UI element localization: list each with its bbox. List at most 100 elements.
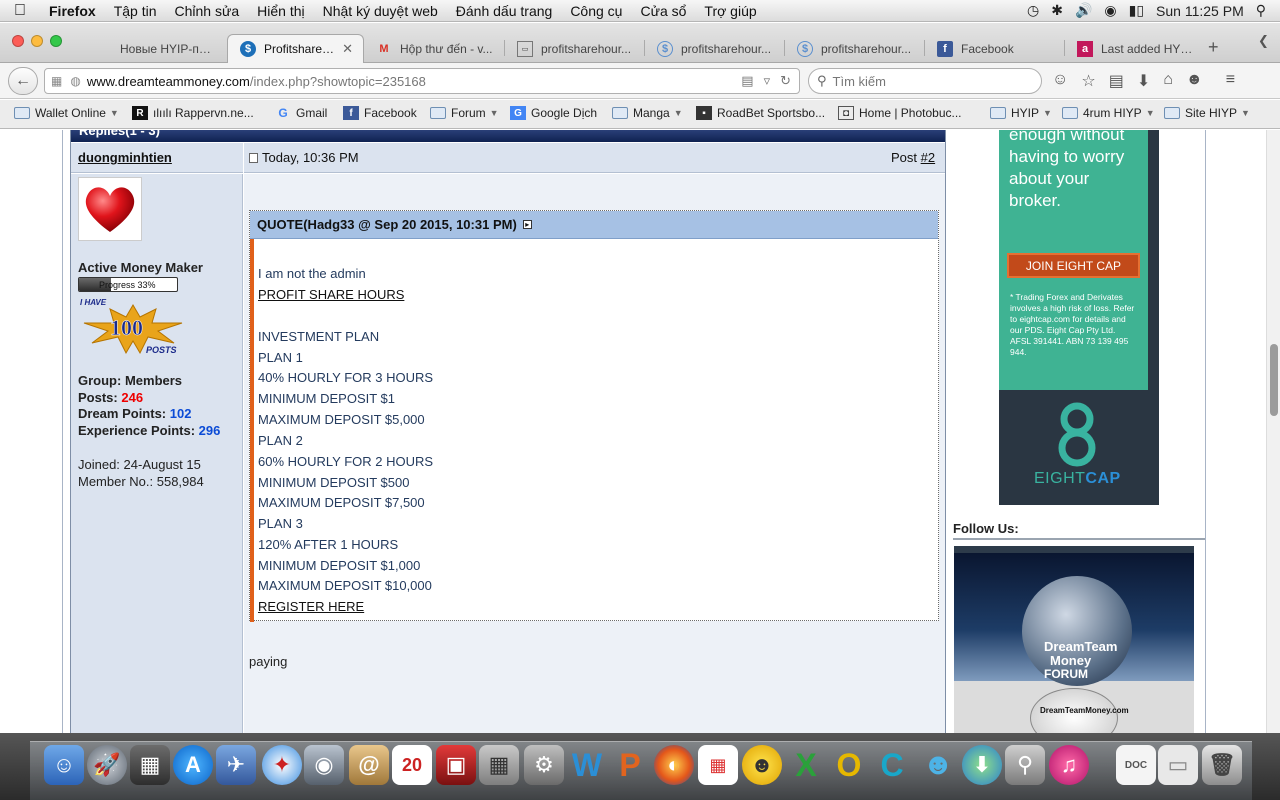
battery-icon[interactable]: ▮▯ — [1129, 2, 1144, 19]
grid-icon[interactable]: ▦ — [51, 74, 62, 88]
satellite-icon[interactable]: ⚲ — [1005, 745, 1045, 785]
bookmark-wallet-online[interactable]: Wallet Online ▼ — [14, 106, 119, 120]
spotlight-icon[interactable]: ⚲ — [1256, 2, 1266, 19]
tab-profitshare-2[interactable]: ▭ profitsharehour... — [505, 34, 645, 63]
close-window-button[interactable] — [12, 35, 24, 47]
tab-profitshare-active[interactable]: $ Profitshareh... ✕ — [227, 34, 364, 63]
bookmark-photobucket[interactable]: ◘ Home | Photobuc... — [838, 106, 962, 120]
page-scrollbar[interactable] — [1266, 130, 1280, 733]
quote-link-icon[interactable]: ▸ — [522, 220, 532, 229]
bookmark-star-icon[interactable]: ☆ — [1081, 71, 1095, 91]
tab-scroll-icon[interactable]: ❮ — [1258, 33, 1269, 49]
contacts-icon[interactable]: @ — [349, 745, 389, 785]
register-here-link[interactable]: REGISTER HERE — [258, 599, 364, 614]
finder-icon[interactable]: ☺ — [44, 745, 84, 785]
menu-bookmarks[interactable]: Đánh dấu trang — [447, 3, 562, 19]
tab-facebook[interactable]: f Facebook — [925, 34, 1065, 63]
progress-bar: Progress 33% — [78, 277, 178, 292]
profit-share-hours-link[interactable]: PROFIT SHARE HOURS — [258, 287, 404, 302]
system-preferences-icon[interactable]: ⚙ — [524, 745, 564, 785]
bookmark-rappervn[interactable]: R ılıılı Rappervn.ne... — [132, 106, 254, 120]
post-number-link[interactable]: #2 — [921, 150, 935, 165]
document-icon[interactable]: DOC — [1116, 745, 1156, 785]
bookmark-hyip[interactable]: HYIP ▼ — [990, 106, 1052, 120]
eightcap-logo-text: EIGHTCAP — [1034, 470, 1121, 488]
messages-users-icon[interactable]: ☻ — [918, 745, 958, 785]
back-button[interactable]: ← — [8, 67, 38, 95]
calendar-icon[interactable]: 20 — [392, 745, 432, 785]
minimize-window-button[interactable] — [31, 35, 43, 47]
itunes-icon[interactable]: ♫ — [1049, 745, 1089, 785]
facetime-icon[interactable]: ◉ — [304, 745, 344, 785]
tab-profitshare-3[interactable]: $ profitsharehour... — [645, 34, 785, 63]
tab-gmail[interactable]: M Hộp thư đến - v... — [364, 34, 504, 63]
user-posts: Posts: 246 — [78, 390, 143, 405]
reader-view-icon[interactable]: ▤ — [741, 73, 753, 89]
addon-icon[interactable]: ☺ — [1052, 71, 1068, 91]
communicator-icon[interactable]: C — [872, 745, 912, 785]
downloads-stack-icon[interactable]: ▭ — [1158, 745, 1198, 785]
preview-icon[interactable]: ✈ — [216, 745, 256, 785]
word-icon[interactable]: W — [567, 745, 607, 785]
tab-profitshare-4[interactable]: $ profitsharehour... — [785, 34, 925, 63]
menu-view[interactable]: Hiển thị — [248, 3, 313, 19]
chrome-apps-icon[interactable]: ▦ — [698, 745, 738, 785]
join-eightcap-button[interactable]: JOIN EIGHT CAP — [1007, 253, 1140, 278]
apple-logo-icon[interactable]:  — [0, 2, 40, 20]
chat-icon[interactable]: ☻ — [1186, 71, 1203, 91]
menu-window[interactable]: Cửa sổ — [631, 3, 695, 19]
bookmark-gmail[interactable]: G Gmail — [275, 106, 327, 120]
menu-tools[interactable]: Công cụ — [561, 3, 631, 19]
dropdown-arrow-icon[interactable]: ▿ — [764, 73, 771, 89]
zoom-window-button[interactable] — [50, 35, 62, 47]
firefox-icon[interactable]: ◐ — [654, 745, 694, 785]
close-tab-icon[interactable]: ✕ — [342, 41, 353, 57]
tab-label: Новые HYIP-проект... — [120, 41, 214, 56]
dreamteammoney-banner[interactable]: DreamTeam Money FORUM DreamTeamMoney.com — [954, 546, 1194, 733]
quote-line: MINIMUM DEPOSIT $1,000 — [258, 558, 421, 573]
volume-icon[interactable]: 🔊 — [1075, 2, 1092, 19]
url-bar[interactable]: ▦ ◍ www.dreamteammoney.com /index.php?sh… — [44, 68, 800, 94]
avatar[interactable] — [78, 177, 142, 241]
home-icon[interactable]: ⌂ — [1163, 71, 1173, 91]
bookmark-forum[interactable]: Forum ▼ — [430, 106, 499, 120]
bookmark-roadbet[interactable]: ▪ RoadBet Sportsbo... — [696, 106, 825, 120]
launchpad-icon[interactable]: 🚀 — [87, 745, 127, 785]
menu-edit[interactable]: Chỉnh sửa — [166, 3, 249, 19]
reading-list-icon[interactable]: ▤ — [1109, 71, 1124, 91]
photo-booth-icon[interactable]: ▣ — [436, 745, 476, 785]
wifi-icon[interactable]: ◉ — [1104, 2, 1116, 19]
download-icon[interactable]: ⬇ — [1137, 71, 1150, 91]
bookmark-4rum-hiyp[interactable]: 4rum HIYP ▼ — [1062, 106, 1155, 120]
safari-icon[interactable]: ✦ — [262, 745, 302, 785]
reload-icon[interactable]: ↻ — [780, 73, 791, 89]
app-store-icon[interactable]: A — [173, 745, 213, 785]
downloader-icon[interactable]: ⬇ — [962, 745, 1002, 785]
menu-file[interactable]: Tập tin — [105, 3, 166, 19]
post-author-link[interactable]: duongminhtien — [78, 150, 172, 165]
scrollbar-thumb[interactable] — [1270, 344, 1278, 416]
new-tab-button[interactable]: + — [1208, 37, 1219, 58]
bookmark-manga[interactable]: Manga ▼ — [612, 106, 683, 120]
menu-history[interactable]: Nhật ký duyệt web — [314, 3, 447, 19]
outlook-icon[interactable]: O — [829, 745, 869, 785]
banner-coin-text: DreamTeamMoney.com — [1040, 706, 1129, 715]
search-input[interactable]: ⚲ Tìm kiếm — [808, 68, 1042, 94]
bookmark-google-translate[interactable]: G Google Dịch — [510, 106, 597, 120]
mission-control-icon[interactable]: ▦ — [130, 745, 170, 785]
menu-clock[interactable]: Sun 11:25 PM — [1156, 3, 1244, 19]
bookmark-facebook[interactable]: f Facebook — [343, 106, 417, 120]
time-machine-icon[interactable]: ◷ — [1027, 2, 1039, 19]
menu-help[interactable]: Trợ giúp — [695, 3, 765, 19]
powerpoint-icon[interactable]: P — [610, 745, 650, 785]
calculator-icon[interactable]: ▦ — [479, 745, 519, 785]
menu-app-name[interactable]: Firefox — [40, 3, 105, 19]
menu-hamburger-icon[interactable]: ≡ — [1226, 71, 1235, 91]
bluetooth-icon[interactable]: ✱ — [1051, 2, 1063, 19]
messenger-icon[interactable]: ☻ — [742, 745, 782, 785]
trash-icon[interactable]: 🗑 — [1202, 745, 1242, 785]
tab-last-added-hyip[interactable]: a Last added HYIP... — [1065, 34, 1205, 63]
tab-hyip-ru[interactable]: Новые HYIP-проект... — [84, 34, 224, 63]
bookmark-site-hiyp[interactable]: Site HIYP ▼ — [1164, 106, 1250, 120]
excel-icon[interactable]: X — [786, 745, 826, 785]
